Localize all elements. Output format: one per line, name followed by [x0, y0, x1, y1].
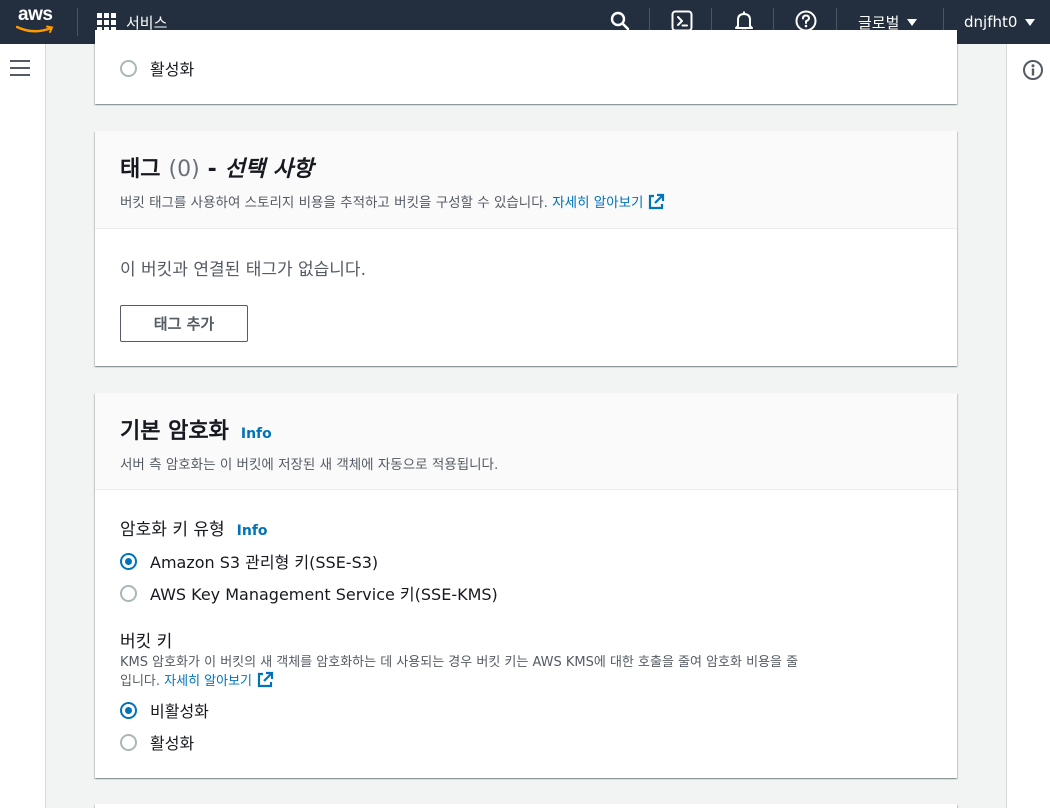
- radio-label: 활성화: [150, 60, 195, 79]
- caret-down-icon: [907, 18, 918, 26]
- radio-label: 비활성화: [150, 702, 209, 721]
- aws-smile-icon: [16, 25, 54, 33]
- bell-icon: [735, 11, 753, 32]
- radio-button[interactable]: [120, 701, 137, 719]
- tags-title-text: 태그: [120, 157, 161, 182]
- learn-more-text: 자세히 알아보기: [552, 195, 644, 211]
- bucket-key-learn-more-link[interactable]: 자세히 알아보기: [164, 671, 274, 689]
- tags-header: 태그 (0) - 선택 사항 버킷 태그를 사용하여 스토리지 비용을 추적하고…: [95, 131, 957, 229]
- learn-more-text: 자세히 알아보기: [164, 674, 253, 689]
- radio-label: AWS Key Management Service 키(SSE-KMS): [150, 585, 498, 604]
- radio-label: 활성화: [150, 734, 195, 753]
- help-icon: [795, 10, 817, 32]
- bucket-key-desc-line2: 입니다. 자세히 알아보기: [120, 671, 945, 690]
- tags-title-dash: -: [207, 157, 217, 182]
- aws-logo[interactable]: aws: [16, 4, 60, 36]
- search-icon: [610, 11, 630, 31]
- tags-title: 태그 (0) - 선택 사항: [120, 151, 932, 183]
- tags-description-text: 버킷 태그를 사용하여 스토리지 비용을 추적하고 버킷을 구성할 수 있습니다…: [120, 195, 548, 211]
- radio-button[interactable]: [120, 584, 137, 602]
- encryption-header: 기본 암호화 Info 서버 측 암호화는 이 버킷에 저장된 새 객체에 자동…: [95, 393, 957, 490]
- radio-label: Amazon S3 관리형 키(SSE-S3): [150, 553, 379, 572]
- bucket-key-desc-line1: KMS 암호화가 이 버킷의 새 객체를 암호화하는 데 사용되는 경우 버킷 …: [120, 655, 799, 670]
- encryption-title: 기본 암호화 Info: [120, 413, 932, 445]
- external-link-icon: [257, 671, 274, 688]
- radio-button[interactable]: [120, 59, 137, 77]
- tags-container: 태그 (0) - 선택 사항 버킷 태그를 사용하여 스토리지 비용을 추적하고…: [95, 131, 957, 366]
- left-navigation-panel: [0, 44, 46, 808]
- sse-kms-radio[interactable]: AWS Key Management Service 키(SSE-KMS): [120, 581, 498, 605]
- tags-optional-label: 선택 사항: [224, 157, 314, 182]
- account-label: dnjfht0: [964, 13, 1018, 31]
- default-encryption-container: 기본 암호화 Info 서버 측 암호화는 이 버킷에 저장된 새 객체에 자동…: [95, 393, 957, 778]
- info-icon[interactable]: [1022, 59, 1044, 81]
- external-link-icon: [649, 193, 665, 210]
- next-container: [95, 804, 957, 808]
- bucket-versioning-container: 활성화: [95, 30, 957, 104]
- bucket-key-disable-radio[interactable]: 비활성화: [120, 698, 209, 722]
- sse-s3-radio[interactable]: Amazon S3 관리형 키(SSE-S3): [120, 549, 378, 573]
- cloudshell-icon: [671, 10, 693, 32]
- tags-description: 버킷 태그를 사용하여 스토리지 비용을 추적하고 버킷을 구성할 수 있습니다…: [120, 191, 932, 211]
- tags-learn-more-link[interactable]: 자세히 알아보기: [552, 193, 665, 211]
- grid-icon: [97, 12, 116, 32]
- nav-divider: [77, 8, 78, 36]
- bucket-key-description: KMS 암호화가 이 버킷의 새 객체를 암호화하는 데 사용되는 경우 버킷 …: [120, 654, 945, 690]
- caret-down-icon: [1025, 18, 1036, 26]
- radio-button[interactable]: [120, 733, 137, 751]
- bucket-key-desc-line2-text: 입니다.: [120, 674, 161, 689]
- key-type-info-link[interactable]: Info: [237, 523, 268, 539]
- menu-icon[interactable]: [10, 60, 30, 78]
- add-tag-button[interactable]: 태그 추가: [120, 305, 248, 342]
- aws-logo-text: aws: [18, 4, 53, 25]
- radio-button[interactable]: [120, 552, 137, 570]
- key-type-label: 암호화 키 유형: [120, 520, 225, 540]
- tags-count: (0): [168, 157, 200, 182]
- versioning-enable-radio[interactable]: 활성화: [120, 56, 194, 80]
- account-dropdown[interactable]: dnjfht0: [964, 9, 1036, 35]
- encryption-title-text: 기본 암호화: [120, 419, 229, 444]
- bucket-key-enable-radio[interactable]: 활성화: [120, 730, 194, 754]
- tags-empty-text: 이 버킷과 연결된 태그가 없습니다.: [120, 260, 366, 280]
- bucket-key-label: 버킷 키: [120, 632, 173, 652]
- key-type-label-row: 암호화 키 유형 Info: [120, 515, 268, 540]
- tools-panel: [1006, 44, 1050, 808]
- encryption-info-link[interactable]: Info: [241, 426, 272, 442]
- encryption-description: 서버 측 암호화는 이 버킷에 저장된 새 객체에 자동으로 적용됩니다.: [120, 457, 499, 473]
